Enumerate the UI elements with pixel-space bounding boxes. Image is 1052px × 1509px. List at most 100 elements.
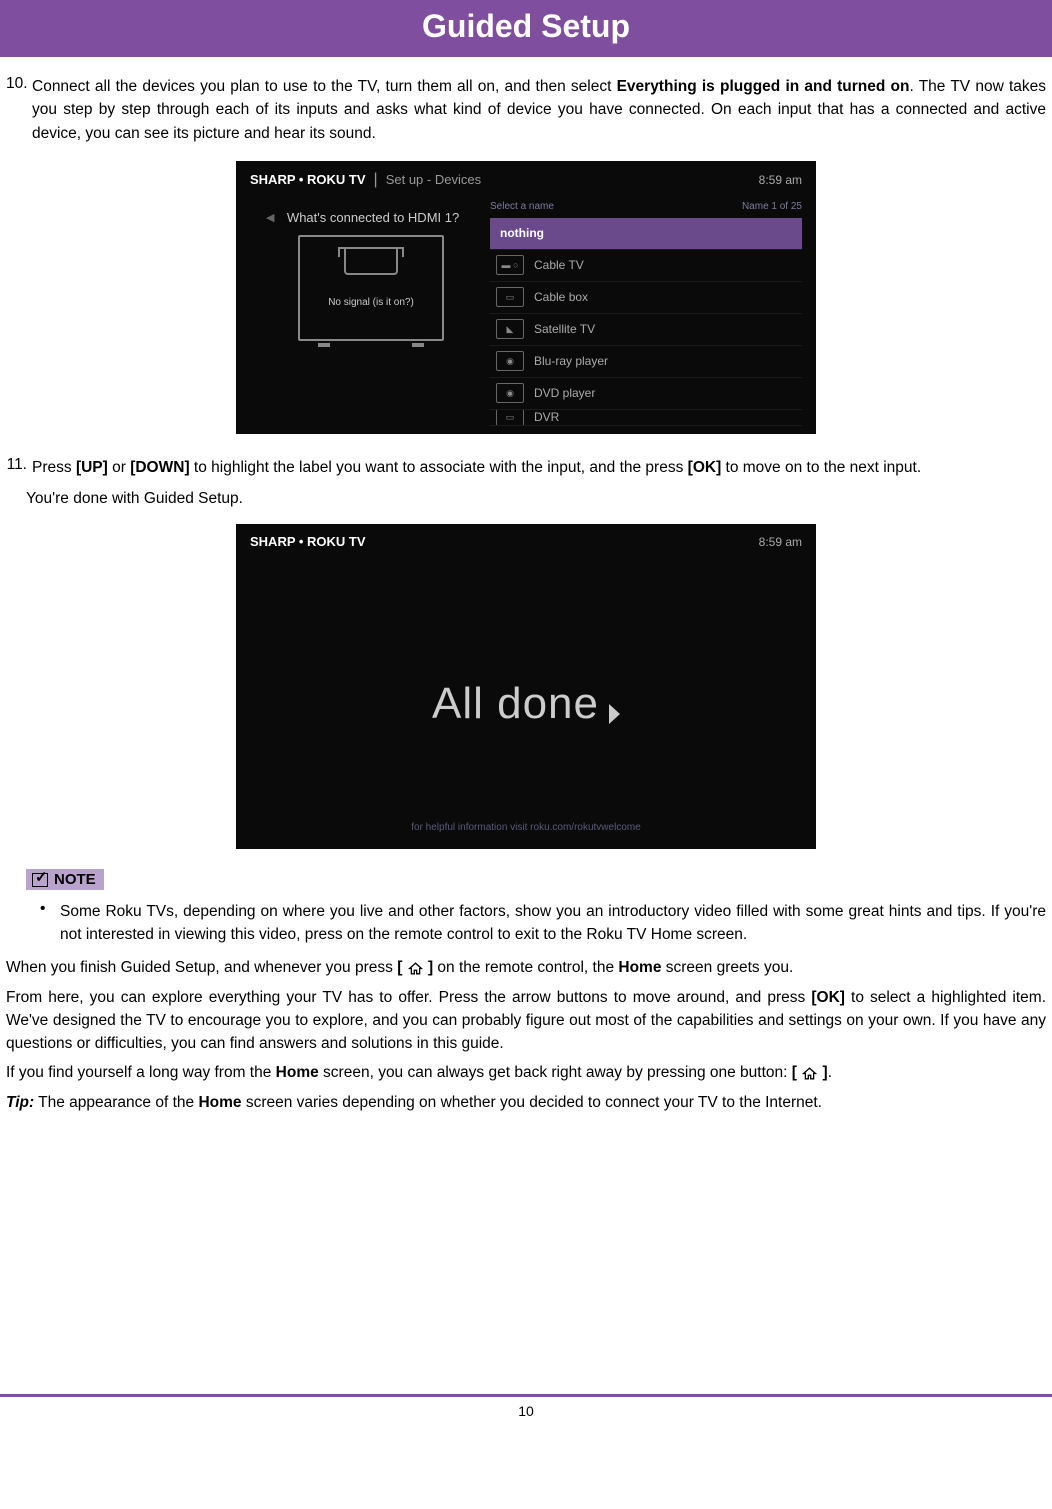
page-title-bar: Guided Setup [0,0,1052,57]
screenshot-all-done: SHARP • ROKU TV 8:59 am All done for hel… [236,524,816,849]
option-label: nothing [500,226,544,240]
step-number: 11. [6,456,32,479]
text: screen, you can always get back right aw… [319,1064,792,1081]
option-label: DVR [534,410,559,424]
device-icon: ▬ ○ [496,255,524,275]
bold-text: [OK] [811,989,845,1006]
helper-text: for helpful information visit roku.com/r… [411,822,641,833]
bold-text: ] [818,1064,827,1081]
option-label: Cable TV [534,258,584,272]
note-label: NOTE [54,871,96,888]
device-icon: ◉ [496,351,524,371]
option-nothing[interactable]: nothing [490,218,802,250]
text: screen greets you. [661,959,793,976]
checkmark-icon [32,873,48,887]
main-content: 10. Connect all the devices you plan to … [0,57,1052,1114]
breadcrumb: Set up - Devices [386,172,481,187]
done-text: You're done with Guided Setup. [26,487,1046,510]
text: Connect all the devices you plan to use … [32,78,617,95]
all-done-row: All done [432,679,620,729]
paragraph-get-back: If you find yourself a long way from the… [6,1061,1046,1084]
brand-label: SHARP • ROKU TV [250,172,366,187]
option-dvd[interactable]: ◉ DVD player [490,378,802,410]
bold-text: Everything is plugged in and turned on [617,78,910,95]
note-box: NOTE [26,869,1046,892]
home-icon [408,962,423,975]
text: Press [32,459,76,476]
option-label: Satellite TV [534,322,595,336]
option-satellite-tv[interactable]: ◣ Satellite TV [490,314,802,346]
home-icon [802,1067,817,1080]
tip-label: Tip: [6,1094,34,1111]
page-title: Guided Setup [422,8,630,44]
note-bullet: • Some Roku TVs, depending on where you … [40,900,1046,947]
option-cable-tv[interactable]: ▬ ○ Cable TV [490,250,802,282]
text: to highlight the label you want to assoc… [190,459,688,476]
paragraph-explore: From here, you can explore everything yo… [6,986,1046,1056]
hdmi-icon [344,249,398,275]
bold-text: [OK] [688,459,722,476]
left-panel: ◀ What's connected to HDMI 1? No signal … [236,199,490,434]
tv-status-bar: SHARP • ROKU TV 8:59 am [236,524,816,559]
preview-frame: No signal (is it on?) [298,235,444,341]
option-bluray[interactable]: ◉ Blu-ray player [490,346,802,378]
bold-text: Home [618,959,661,976]
bold-text: [UP] [76,459,108,476]
paragraph-home-greet: When you finish Guided Setup, and whenev… [6,956,1046,979]
step-body: Connect all the devices you plan to use … [32,75,1046,145]
bold-text: ] [424,959,433,976]
header-left: Select a name [490,201,554,212]
text: The appearance of the [34,1094,198,1111]
bullet-icon: • [40,900,60,947]
step-body: Press [UP] or [DOWN] to highlight the la… [32,456,921,479]
prompt-row: ◀ What's connected to HDMI 1? [266,209,476,227]
device-icon: ▭ [496,410,524,426]
chevron-right-icon [609,704,620,724]
device-icon: ▭ [496,287,524,307]
prompt-text: What's connected to HDMI 1? [287,210,459,225]
all-done-text: All done [432,679,599,728]
text: From here, you can explore everything yo… [6,989,811,1006]
text: or [108,459,130,476]
chevron-left-icon: ◀ [266,211,274,224]
stand-icon [318,343,330,347]
bold-text: Home [276,1064,319,1081]
brand-label: SHARP • ROKU TV [250,534,366,549]
bold-text: [ [397,959,406,976]
step-11: 11. Press [UP] or [DOWN] to highlight th… [6,456,1046,479]
page-number: 10 [518,1403,534,1419]
bold-text: Home [198,1094,241,1111]
stand-icon [412,343,424,347]
option-label: DVD player [534,386,595,400]
clock: 8:59 am [759,535,802,549]
tv-body: ◀ What's connected to HDMI 1? No signal … [236,199,816,434]
divider: | [374,171,378,189]
bullet-text: Some Roku TVs, depending on where you li… [60,900,1046,947]
text: . [828,1064,832,1081]
text: on the remote control, the [433,959,618,976]
header-right: Name 1 of 25 [742,201,802,212]
text: screen varies depending on whether you d… [242,1094,822,1111]
tv-status-bar: SHARP • ROKU TV | Set up - Devices 8:59 … [236,161,816,199]
option-label: Blu-ray player [534,354,608,368]
tv-body: All done for helpful information visit r… [236,559,816,849]
options-panel: Select a name Name 1 of 25 nothing ▬ ○ Ca… [490,199,816,434]
text: If you find yourself a long way from the [6,1064,276,1081]
option-cable-box[interactable]: ▭Cable box [490,282,802,314]
device-icon: ◉ [496,383,524,403]
bold-text: [ [792,1064,801,1081]
page-footer: 10 [0,1394,1052,1425]
clock: 8:59 am [759,173,802,187]
device-icon: ◣ [496,319,524,339]
option-dvr[interactable]: ▭ DVR [490,410,802,426]
text: When you finish Guided Setup, and whenev… [6,959,397,976]
paragraph-tip: Tip: The appearance of the Home screen v… [6,1091,1046,1114]
options-header: Select a name Name 1 of 25 [490,199,802,218]
text: to move on to the next input. [721,459,921,476]
no-signal-text: No signal (is it on?) [300,297,442,308]
step-10: 10. Connect all the devices you plan to … [6,75,1046,145]
screenshot-setup-devices: SHARP • ROKU TV | Set up - Devices 8:59 … [236,161,816,434]
step-number: 10. [6,75,32,145]
note-badge: NOTE [26,869,104,890]
bold-text: [DOWN] [130,459,189,476]
